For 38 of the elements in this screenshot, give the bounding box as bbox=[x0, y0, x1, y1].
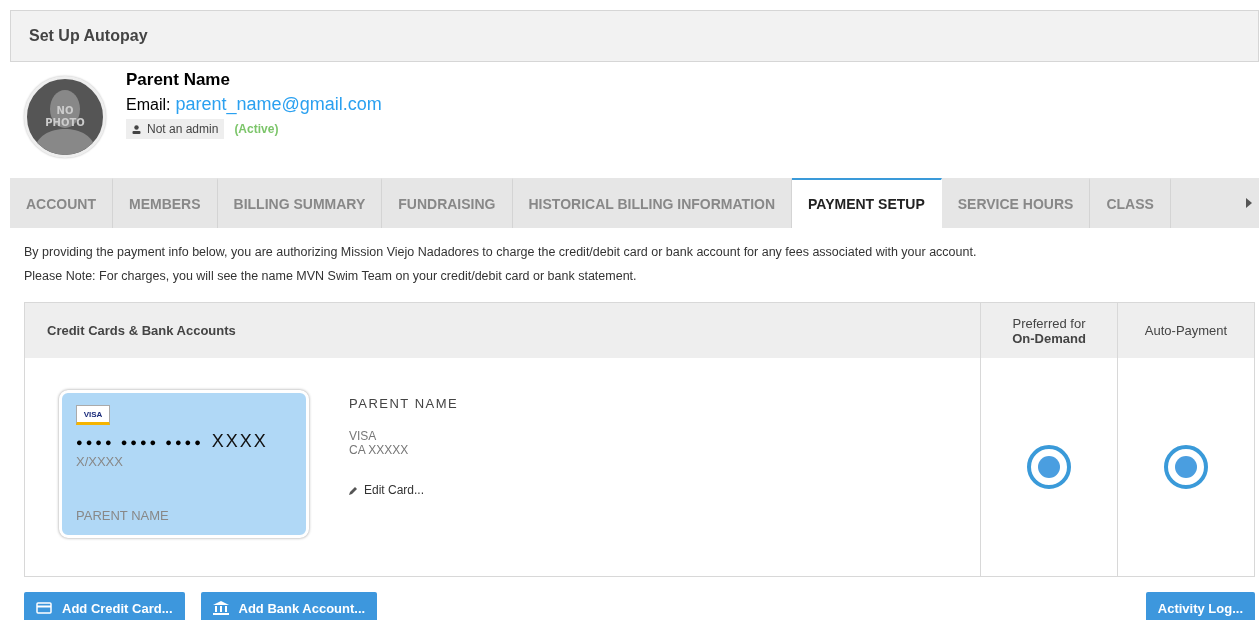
status-label: (Active) bbox=[234, 122, 279, 136]
pencil-icon bbox=[349, 485, 358, 495]
tab[interactable]: PAYMENT SETUP bbox=[792, 178, 942, 228]
scroll-right-icon[interactable] bbox=[1246, 198, 1252, 208]
tab[interactable]: CLASS bbox=[1090, 178, 1171, 228]
info-text: Please Note: For charges, you will see the name MVN Swim Team on your credit/debit card or bank statement. bbox=[24, 268, 638, 285]
role-label: Not an admin bbox=[147, 122, 219, 136]
masked-card-number: ●●●● ●●●● ●●●● bbox=[76, 435, 204, 448]
email-link[interactable]: parent_name@gmail.com bbox=[175, 94, 382, 115]
column-header: Credit Cards & Bank Accounts bbox=[25, 303, 980, 358]
action-button[interactable]: Activity Log... bbox=[1145, 592, 1255, 620]
email-label: Email: bbox=[126, 96, 171, 114]
tab[interactable]: FUNDRAISING bbox=[382, 178, 513, 228]
page-title: Set Up Autopay bbox=[29, 27, 148, 45]
holder-name: PARENT NAME bbox=[349, 396, 459, 411]
column-header: Auto-Payment bbox=[1117, 303, 1254, 358]
parent-name: Parent Name bbox=[126, 70, 231, 90]
no-photo-label: NO PHOTO bbox=[44, 105, 86, 129]
tab[interactable]: MEMBERS bbox=[113, 178, 218, 228]
tab[interactable]: ACCOUNT bbox=[10, 178, 113, 228]
card-last-digits: XXXX bbox=[211, 431, 268, 452]
card-expiry: X/XXXX bbox=[76, 454, 124, 469]
action-button[interactable]: Add Bank Account... bbox=[200, 592, 378, 620]
credit-card-icon bbox=[36, 602, 52, 614]
card-brand-badge: VISA bbox=[76, 405, 110, 425]
person-icon bbox=[132, 124, 141, 134]
edit-card-link[interactable]: Edit Card... bbox=[349, 483, 459, 497]
radio-button[interactable] bbox=[1027, 445, 1071, 489]
column-header: Preferred for On-Demand bbox=[980, 303, 1117, 358]
action-button[interactable]: Add Credit Card... bbox=[24, 592, 185, 620]
info-text: By providing the payment info below, you are authorizing Mission Viejo Nadadores to charge the credit/debit card or bank account for any fees associated with your account. bbox=[24, 244, 978, 261]
card-holder: PARENT NAME bbox=[76, 508, 170, 523]
bank-icon bbox=[212, 601, 229, 615]
tab[interactable]: SERVICE HOURS bbox=[941, 178, 1091, 228]
tab[interactable]: BILLING SUMMARY bbox=[217, 178, 383, 228]
card-brand: VISA bbox=[349, 429, 378, 443]
radio-button[interactable] bbox=[1164, 445, 1208, 489]
card-location: CA XXXXX bbox=[349, 443, 410, 457]
